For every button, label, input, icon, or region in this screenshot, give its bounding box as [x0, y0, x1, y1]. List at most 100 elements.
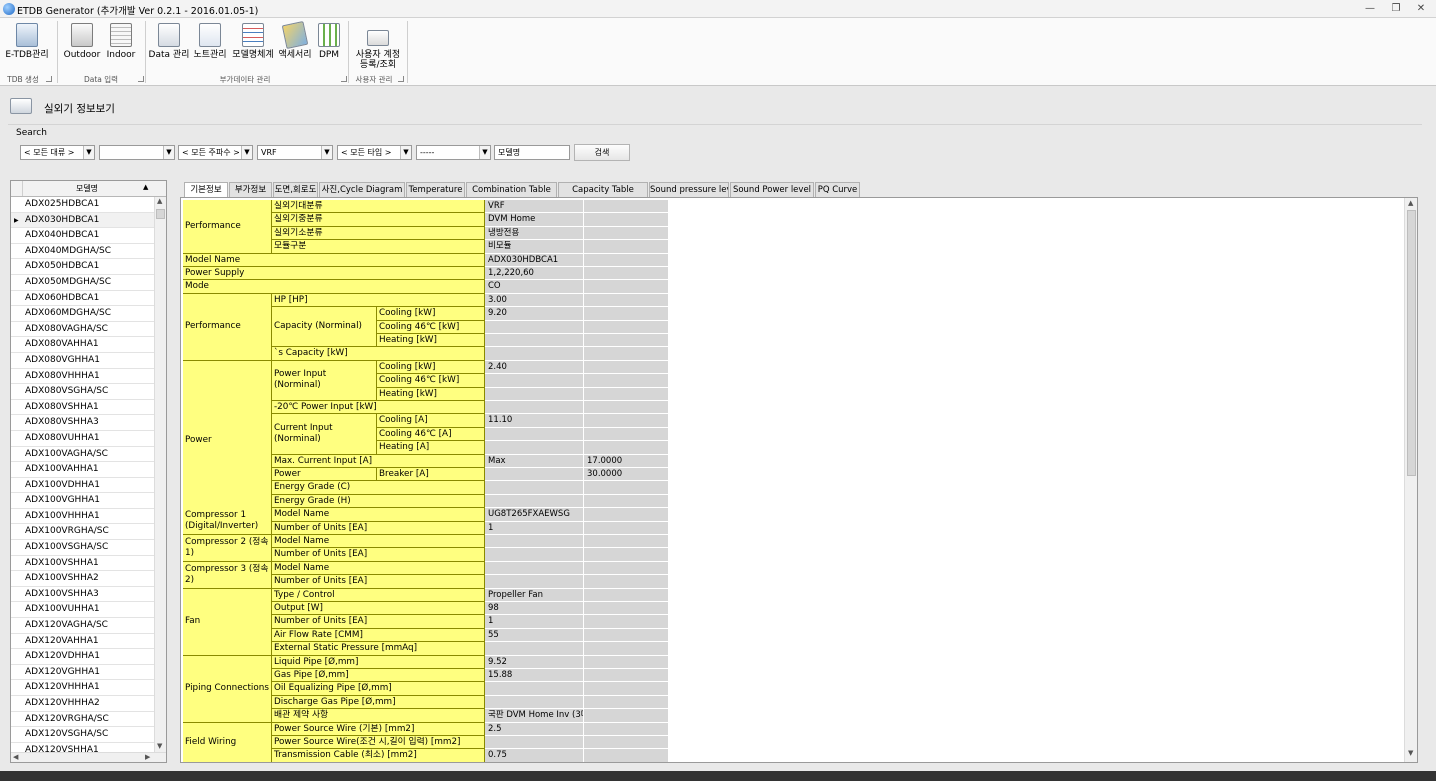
field-value[interactable] — [584, 521, 669, 535]
list-item[interactable]: ADX120VHHHA1 — [11, 680, 154, 696]
minimize-icon[interactable]: — — [1363, 2, 1377, 16]
outdoor-button[interactable]: Outdoor — [62, 20, 102, 72]
field-value[interactable] — [485, 548, 584, 562]
chevron-down-icon[interactable]: ▼ — [83, 146, 94, 159]
list-item[interactable]: ADX100VGHHA1 — [11, 493, 154, 509]
tab-item[interactable]: Combination Table — [466, 182, 557, 198]
tab-item[interactable]: 부가정보 — [229, 182, 272, 198]
list-item[interactable]: ADX050HDBCA1 — [11, 259, 154, 275]
field-value[interactable]: 3.00 — [485, 293, 584, 308]
field-value[interactable] — [485, 494, 584, 509]
tab-item[interactable]: Sound Power level — [730, 182, 814, 198]
detail-vertical-scrollbar[interactable]: ▲ ▼ — [1404, 198, 1417, 762]
list-item[interactable]: ADX080VSHHA1 — [11, 400, 154, 416]
field-value[interactable] — [485, 481, 584, 495]
search-button[interactable]: 검색 — [574, 144, 630, 161]
field-value[interactable] — [485, 736, 584, 750]
list-item[interactable]: ADX100VSGHA/SC — [11, 540, 154, 556]
group-launcher-icon[interactable] — [398, 76, 404, 82]
field-value[interactable] — [485, 682, 584, 696]
restore-icon[interactable]: ❐ — [1389, 2, 1403, 16]
group-launcher-icon[interactable] — [46, 76, 52, 82]
list-item[interactable]: ADX120VGHHA1 — [11, 665, 154, 681]
scroll-thumb[interactable] — [1407, 210, 1416, 476]
list-item[interactable]: ADX080VAGHA/SC — [11, 322, 154, 338]
scroll-up-icon[interactable]: ▲ — [1408, 199, 1413, 207]
field-value[interactable] — [485, 642, 584, 656]
tab-item[interactable]: Temperature — [406, 182, 465, 198]
field-value[interactable] — [485, 401, 584, 415]
field-value[interactable]: Max — [485, 454, 584, 468]
user-account-button[interactable]: 사용자 계정 등록/조회 — [354, 20, 402, 72]
list-item[interactable]: ADX100VRGHA/SC — [11, 524, 154, 541]
field-value[interactable]: 1 — [485, 521, 584, 535]
field-value[interactable] — [584, 655, 669, 669]
field-value[interactable] — [584, 253, 669, 267]
field-value[interactable]: UG8T265FXAEWSG — [485, 508, 584, 522]
list-item[interactable]: ADX120VRGHA/SC — [11, 712, 154, 728]
list-item[interactable]: ADX100VHHHA1 — [11, 509, 154, 525]
field-value[interactable] — [485, 441, 584, 455]
field-value[interactable] — [485, 374, 584, 388]
field-value[interactable] — [485, 695, 584, 710]
list-item[interactable]: ADX100VDHHA1 — [11, 478, 154, 494]
field-value[interactable] — [584, 347, 669, 361]
field-value[interactable] — [584, 401, 669, 415]
group-launcher-icon[interactable] — [138, 76, 144, 82]
field-value[interactable] — [584, 267, 669, 281]
column-header-model[interactable]: 모델명 — [23, 183, 151, 194]
field-value[interactable] — [584, 561, 669, 576]
field-value[interactable] — [584, 427, 669, 442]
field-value[interactable] — [584, 722, 669, 736]
list-item[interactable]: ▶ ADX030HDBCA1 — [11, 212, 154, 229]
sub-category-combo[interactable]: ▼ — [99, 145, 175, 160]
field-value[interactable]: 30.0000 — [584, 468, 669, 482]
field-value[interactable]: 국판 DVM Home Inv (3마력) — [485, 709, 584, 723]
list-horizontal-scrollbar[interactable]: ◀ ▶ — [11, 752, 166, 762]
indoor-button[interactable]: Indoor — [103, 20, 139, 72]
list-item[interactable]: ADX025HDBCA1 — [11, 197, 154, 213]
group-launcher-icon[interactable] — [341, 76, 347, 82]
scroll-down-icon[interactable]: ▼ — [1408, 749, 1413, 757]
field-value[interactable] — [584, 736, 669, 750]
field-value[interactable] — [485, 561, 584, 576]
chevron-down-icon[interactable]: ▼ — [321, 146, 332, 159]
field-value[interactable] — [584, 280, 669, 294]
field-value[interactable] — [584, 213, 669, 227]
field-value[interactable] — [584, 226, 669, 241]
field-value[interactable] — [584, 441, 669, 455]
model-search-input[interactable]: 모델명 — [494, 145, 570, 160]
field-value[interactable]: 2.40 — [485, 360, 584, 375]
note-manage-button[interactable]: 노트관리 — [193, 20, 227, 72]
scroll-up-icon[interactable]: ▲ — [157, 197, 162, 205]
field-value[interactable] — [584, 628, 669, 643]
list-item[interactable]: ADX120VDHHA1 — [11, 649, 154, 665]
model-system-button[interactable]: 모델명체계 — [230, 20, 276, 72]
field-value[interactable] — [584, 749, 669, 762]
tab-item[interactable]: Capacity Table — [558, 182, 648, 198]
field-value[interactable] — [584, 307, 669, 321]
field-value[interactable] — [584, 669, 669, 683]
field-value[interactable] — [584, 414, 669, 428]
chevron-down-icon[interactable]: ▼ — [163, 146, 174, 159]
field-value[interactable] — [584, 494, 669, 509]
field-value[interactable] — [584, 642, 669, 656]
field-value[interactable]: 냉방전용 — [485, 226, 584, 241]
field-value[interactable]: 1,2,220,60 — [485, 267, 584, 281]
field-value[interactable]: 비모듈 — [485, 240, 584, 254]
field-value[interactable] — [584, 695, 669, 710]
field-value[interactable] — [584, 374, 669, 388]
field-value[interactable] — [485, 468, 584, 482]
list-item[interactable]: ADX050MDGHA/SC — [11, 275, 154, 291]
field-value[interactable] — [584, 240, 669, 254]
scroll-down-icon[interactable]: ▼ — [157, 742, 162, 750]
close-icon[interactable]: ✕ — [1414, 2, 1428, 16]
list-item[interactable]: ADX100VSHHA2 — [11, 571, 154, 587]
field-value[interactable] — [485, 427, 584, 442]
field-value[interactable]: Propeller Fan — [485, 588, 584, 602]
product-class-combo[interactable]: VRF ▼ — [257, 145, 333, 160]
type-combo[interactable]: < 모든 타입 > ▼ — [337, 145, 412, 160]
scroll-thumb[interactable] — [156, 209, 165, 219]
list-item[interactable]: ADX080VSGHA/SC — [11, 384, 154, 400]
tab-item[interactable]: 도면,회로도 — [273, 182, 318, 198]
